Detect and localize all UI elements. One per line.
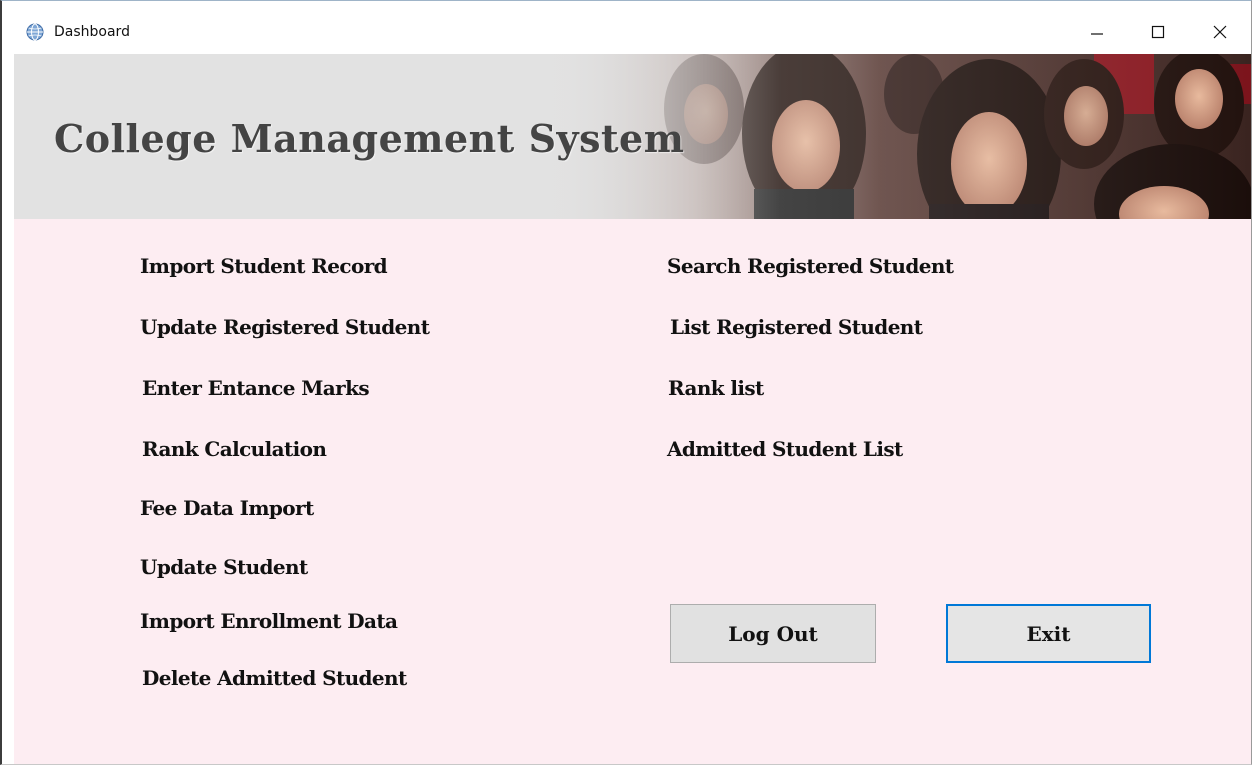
menu-admitted-student-list[interactable]: Admitted Student List — [667, 437, 903, 461]
menu-delete-admitted-student[interactable]: Delete Admitted Student — [142, 666, 407, 690]
menu-enter-entrance-marks[interactable]: Enter Entance Marks — [142, 376, 370, 400]
logout-button[interactable]: Log Out — [670, 604, 876, 663]
window-title: Dashboard — [54, 24, 130, 40]
minimize-button[interactable] — [1074, 15, 1120, 49]
menu-rank-calculation[interactable]: Rank Calculation — [142, 437, 327, 461]
maximize-button[interactable] — [1136, 15, 1182, 49]
globe-icon — [26, 23, 44, 41]
header-banner: College Management System — [14, 54, 1251, 219]
menu-rank-list[interactable]: Rank list — [668, 376, 764, 400]
dashboard-window: Dashboard College Management System Impo… — [0, 0, 1252, 765]
exit-button[interactable]: Exit — [946, 604, 1151, 663]
close-icon — [1213, 25, 1227, 39]
menu-update-student[interactable]: Update Student — [140, 555, 308, 579]
app-title: College Management System — [54, 116, 685, 161]
menu-list-registered-student[interactable]: List Registered Student — [670, 315, 923, 339]
menu-import-student-record[interactable]: Import Student Record — [140, 254, 388, 278]
dashboard-content: Import Student Record Update Registered … — [14, 219, 1251, 764]
menu-search-registered-student[interactable]: Search Registered Student — [667, 254, 954, 278]
maximize-icon — [1151, 25, 1165, 39]
close-button[interactable] — [1198, 15, 1244, 49]
menu-fee-data-import[interactable]: Fee Data Import — [140, 496, 314, 520]
minimize-icon — [1091, 33, 1103, 35]
menu-update-registered-student[interactable]: Update Registered Student — [140, 315, 430, 339]
menu-import-enrollment-data[interactable]: Import Enrollment Data — [140, 609, 398, 633]
title-bar[interactable]: Dashboard — [2, 1, 1251, 51]
